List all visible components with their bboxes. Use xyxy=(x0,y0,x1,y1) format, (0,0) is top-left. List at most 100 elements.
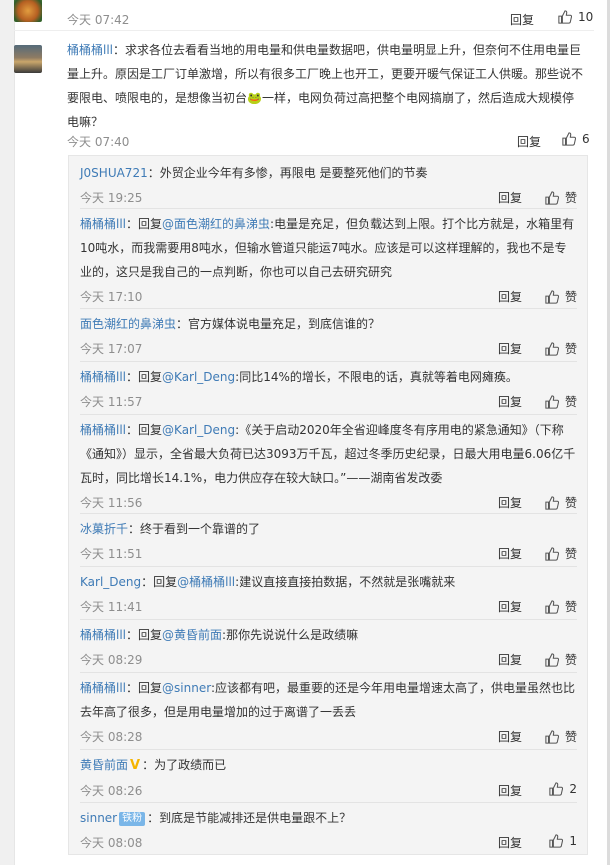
mention-link[interactable]: @桶桶桶lll xyxy=(177,575,235,589)
like-button[interactable]: 赞 xyxy=(545,494,577,511)
comment-time: 今天 07:40 xyxy=(67,135,130,149)
mention-link[interactable]: @黄昏前面 xyxy=(162,628,222,642)
reply-time: 今天 11:57 xyxy=(80,395,143,409)
like-label: 赞 xyxy=(564,653,577,667)
username-link[interactable]: 桶桶桶lll xyxy=(80,217,126,231)
like-label: 赞 xyxy=(564,547,577,561)
like-button[interactable]: 6 xyxy=(562,132,590,146)
thumbs-up-icon xyxy=(545,652,559,667)
avatar[interactable] xyxy=(14,45,42,73)
reply-prefix: ：回复 xyxy=(126,628,163,642)
reply-button[interactable]: 回复 xyxy=(510,11,534,28)
divider xyxy=(80,802,577,803)
reply-meta: 今天 08:29 回复 赞 xyxy=(80,647,577,671)
list-item: 面色潮红的鼻涕虫：官方媒体说电量充足，到底信谁的？ 今天 17:07 回复 赞 xyxy=(80,312,577,360)
reply-time: 今天 11:51 xyxy=(80,547,143,561)
reply-button[interactable]: 回复 xyxy=(498,340,522,357)
avatar[interactable] xyxy=(14,0,42,22)
thumbs-up-icon xyxy=(558,10,572,24)
thumbs-up-icon xyxy=(549,834,564,848)
reply-button[interactable]: 回复 xyxy=(498,651,522,668)
verified-icon: V xyxy=(130,758,141,773)
reply-body: ：终于看到一个靠谱的了 xyxy=(128,522,261,536)
username-link[interactable]: 面色潮红的鼻涕虫 xyxy=(80,317,176,331)
comment-time: 今天 07:42 xyxy=(67,13,130,27)
like-button[interactable]: 10 xyxy=(558,10,593,24)
like-button[interactable]: 赞 xyxy=(545,598,577,615)
like-button[interactable]: 赞 xyxy=(545,189,577,206)
like-button[interactable]: 赞 xyxy=(545,393,577,410)
reply-text: 桶桶桶lll：回复@Karl_Deng:同比14%的增长，不限电的话，真就等着电… xyxy=(80,365,577,389)
list-item: 桶桶桶lll：回复@sinner:应该都有吧，最重要的还是今年用电量增速太高了，… xyxy=(80,676,577,748)
username-link[interactable]: 冰菓折千 xyxy=(80,522,128,536)
reply-button[interactable]: 回复 xyxy=(498,288,522,305)
username-link[interactable]: sinner xyxy=(80,811,117,825)
like-label: 赞 xyxy=(564,290,577,304)
username-link[interactable]: 桶桶桶lll xyxy=(80,628,126,642)
reply-meta: 今天 17:10 回复 赞 xyxy=(80,284,577,308)
reply-list: J0SHUA721：外贸企业今年有多惨，再限电 是要整死他们的节奏 今天 19:… xyxy=(68,155,588,855)
thumbs-up-icon xyxy=(545,289,559,304)
username-link[interactable]: 桶桶桶lll xyxy=(80,423,126,437)
like-button[interactable]: 赞 xyxy=(545,340,577,357)
like-button[interactable]: 2 xyxy=(549,782,577,796)
thumbs-up-icon xyxy=(545,341,559,356)
reply-meta: 今天 08:08 回复 1 xyxy=(80,830,577,854)
username-link[interactable]: J0SHUA721 xyxy=(80,166,148,180)
like-button[interactable]: 赞 xyxy=(545,651,577,668)
divider xyxy=(80,749,577,750)
username-link[interactable]: 黄昏前面 xyxy=(80,758,128,772)
reply-button[interactable]: 回复 xyxy=(498,393,522,410)
reply-text: 桶桶桶lll：回复@黄昏前面:那你先说说什么是政绩嘛 xyxy=(80,623,577,647)
reply-text: 桶桶桶lll：回复@sinner:应该都有吧，最重要的还是今年用电量增速太高了，… xyxy=(80,676,577,724)
like-label: 赞 xyxy=(564,395,577,409)
list-item: 桶桶桶lll：回复@面色潮红的鼻涕虫:电量是充足，但负载达到上限。打个比方就是，… xyxy=(80,212,577,308)
thumbs-up-icon xyxy=(545,546,559,561)
reply-body: :那你先说说什么是政绩嘛 xyxy=(222,628,359,642)
like-button[interactable]: 赞 xyxy=(545,545,577,562)
comment-text: 桶桶桶lll：求求各位去看看当地的用电量和供电量数据吧，供电量明显上升，但奈何不… xyxy=(53,38,583,134)
mention-link[interactable]: @Karl_Deng xyxy=(162,370,235,384)
reply-body: :建议直接直接拍数据，不然就是张嘴就来 xyxy=(235,575,456,589)
like-button[interactable]: 1 xyxy=(549,834,577,848)
list-item: 桶桶桶lll：回复@黄昏前面:那你先说说什么是政绩嘛 今天 08:29 回复 赞 xyxy=(80,623,577,671)
list-item: 桶桶桶lll：回复@Karl_Deng:《关于启动2020年全省迎峰度冬有序用电… xyxy=(80,418,577,514)
reply-button[interactable]: 回复 xyxy=(498,189,522,206)
username-link[interactable]: 桶桶桶lll xyxy=(67,43,113,57)
reply-button[interactable]: 回复 xyxy=(498,494,522,511)
reply-button[interactable]: 回复 xyxy=(498,545,522,562)
reply-button[interactable]: 回复 xyxy=(498,834,522,851)
reply-time: 今天 11:56 xyxy=(80,496,143,510)
reply-text: 桶桶桶lll：回复@面色潮红的鼻涕虫:电量是充足，但负载达到上限。打个比方就是，… xyxy=(80,212,577,284)
reply-time: 今天 17:07 xyxy=(80,342,143,356)
reply-button[interactable]: 回复 xyxy=(498,728,522,745)
reply-text: 黄昏前面 V ：为了政绩而已 xyxy=(80,753,577,778)
username-link[interactable]: 桶桶桶lll xyxy=(80,370,126,384)
reply-prefix: ：回复 xyxy=(126,681,163,695)
username-link[interactable]: 桶桶桶lll xyxy=(80,681,126,695)
reply-time: 今天 08:28 xyxy=(80,730,143,744)
like-count: 10 xyxy=(578,10,594,24)
reply-button[interactable]: 回复 xyxy=(498,598,522,615)
thumbs-up-icon xyxy=(545,394,559,409)
like-button[interactable]: 赞 xyxy=(545,288,577,305)
like-label: 赞 xyxy=(564,342,577,356)
reply-body: ：外贸企业今年有多惨，再限电 是要整死他们的节奏 xyxy=(147,166,428,180)
mention-link[interactable]: @sinner xyxy=(162,681,211,695)
mention-link[interactable]: @面色潮红的鼻涕虫 xyxy=(162,217,270,231)
reply-button[interactable]: 回复 xyxy=(517,133,541,150)
list-item: 黄昏前面 V ：为了政绩而已 今天 08:26 回复 2 xyxy=(80,753,577,802)
reply-prefix: ：回复 xyxy=(126,370,163,384)
divider xyxy=(80,566,577,567)
like-button[interactable]: 赞 xyxy=(545,728,577,745)
reply-text: sinner 铁粉 ：到底是节能减排还是供电量跟不上？ xyxy=(80,806,577,830)
mention-link[interactable]: @Karl_Deng xyxy=(162,423,235,437)
reply-text: 桶桶桶lll：回复@Karl_Deng:《关于启动2020年全省迎峰度冬有序用电… xyxy=(80,418,577,490)
username-link[interactable]: Karl_Deng xyxy=(80,575,141,589)
list-item: sinner 铁粉 ：到底是节能减排还是供电量跟不上？ 今天 08:08 回复 1 xyxy=(80,806,577,854)
reply-meta: 今天 11:51 回复 赞 xyxy=(80,541,577,565)
comment-body: ：求求各位去看看当地的用电量和供电量数据吧，供电量明显上升，但奈何不住用电量巨量… xyxy=(67,43,584,129)
reply-button[interactable]: 回复 xyxy=(498,782,522,799)
divider xyxy=(80,361,577,362)
divider xyxy=(80,513,577,514)
